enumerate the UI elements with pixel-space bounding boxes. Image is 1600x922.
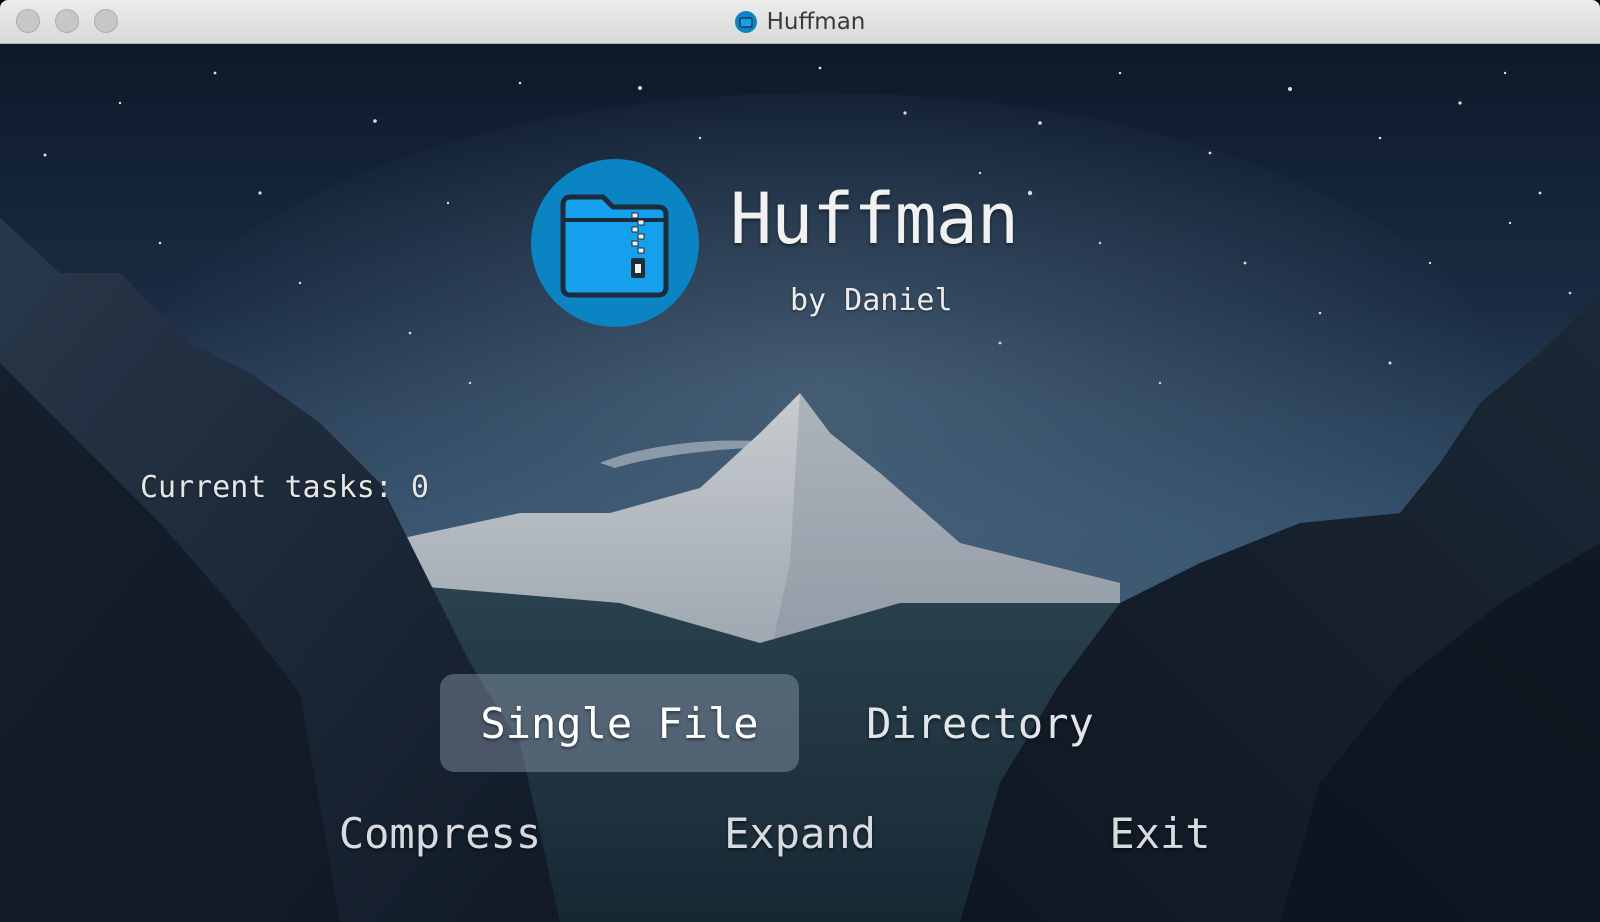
tasks-count: 0 bbox=[410, 470, 429, 505]
directory-mode-button[interactable]: Directory bbox=[845, 674, 1115, 772]
expand-button[interactable]: Expand bbox=[705, 798, 895, 868]
window-title: Huffman bbox=[766, 8, 866, 35]
app-icon bbox=[734, 10, 757, 33]
title-bar[interactable]: Huffman bbox=[0, 0, 1600, 44]
tasks-label: Current tasks: bbox=[140, 470, 393, 505]
single-file-mode-button[interactable]: Single File bbox=[440, 674, 799, 772]
compress-button[interactable]: Compress bbox=[330, 798, 550, 868]
app-logo-icon bbox=[531, 159, 699, 327]
exit-button[interactable]: Exit bbox=[1090, 798, 1230, 868]
app-window: Huffman Huffman by Daniel Current tasks:… bbox=[0, 0, 1600, 922]
author-label: by Daniel bbox=[790, 283, 953, 318]
app-name-title: Huffman bbox=[730, 178, 1019, 260]
current-tasks-status: Current tasks: 0 bbox=[140, 470, 429, 505]
